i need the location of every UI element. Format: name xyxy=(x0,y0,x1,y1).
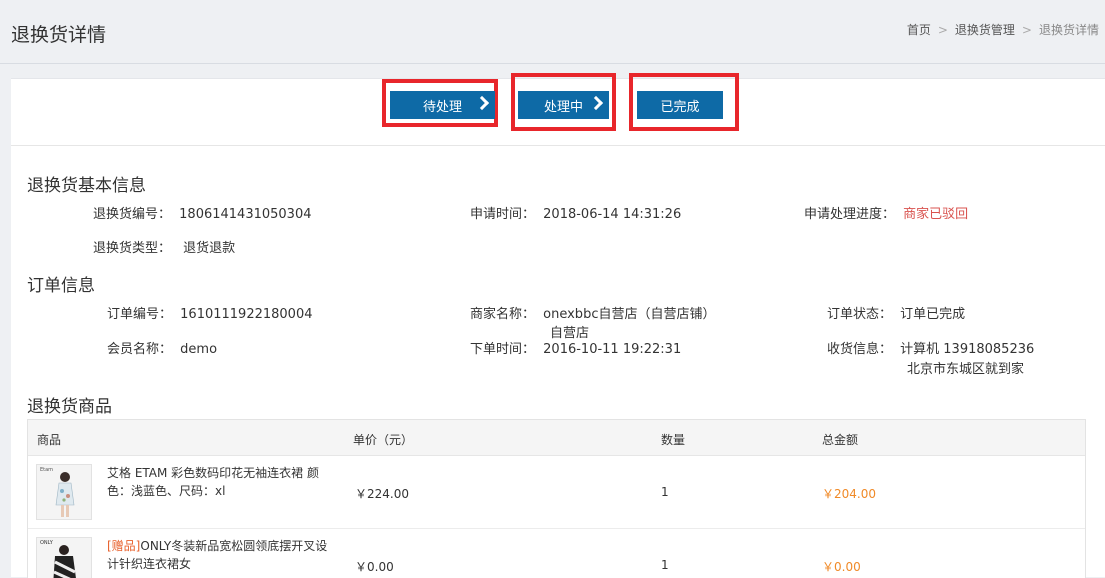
return-no-field: 退换货编号： 1806141431050304 xyxy=(93,203,312,222)
step-processing-label: 处理中 xyxy=(543,99,583,115)
merchant-field: 商家名称： onexbbc自营店（自营店铺） xyxy=(470,303,715,322)
breadcrumb-separator: > xyxy=(1021,23,1032,37)
member-field: 会员名称： demo xyxy=(107,338,217,357)
product-quantity: 1 xyxy=(661,558,669,572)
product-price: ￥0.00 xyxy=(355,560,394,574)
column-header-product: 商品 xyxy=(37,433,62,447)
table-row: Etam 艾格 ETAM 彩色数码印花无袖连衣裙 颜色：浅蓝色、尺码：xl ￥2… xyxy=(28,456,1085,529)
product-image-brand: ONLY xyxy=(40,540,53,546)
order-time-field: 下单时间： 2016-10-11 19:22:31 xyxy=(470,338,681,357)
step-completed[interactable]: 已完成 xyxy=(637,91,723,119)
basic-info-title: 退换货基本信息 xyxy=(27,176,146,196)
table-row: ONLY [赠品]ONLY冬装新品宽松圆领底摆开叉设计针织连衣裙女 ￥0.00 … xyxy=(28,529,1085,578)
merchant-value: onexbbc自营店（自营店铺） xyxy=(543,307,716,322)
step-processing[interactable]: 处理中 xyxy=(518,91,609,119)
product-photo-dress xyxy=(37,465,91,519)
detail-panel: 待处理 处理中 已完成 退换货基本信息 退换货编号： 1806141431050… xyxy=(11,73,1105,578)
goods-title: 退换货商品 xyxy=(27,397,112,417)
receiver-address: 北京市东城区就到家 xyxy=(907,362,1025,377)
order-no-value: 1610111922180004 xyxy=(180,307,313,322)
breadcrumb-home[interactable]: 首页 xyxy=(907,23,931,37)
product-total: ￥0.00 xyxy=(822,560,861,574)
goods-table: 商品 单价（元） 数量 总金额 Etam 艾格 ETAM 彩色数码印花无袖连衣裙… xyxy=(27,419,1086,578)
return-no-label: 退换货编号： xyxy=(93,207,172,222)
column-header-quantity: 数量 xyxy=(661,433,686,447)
product-price: ￥224.00 xyxy=(355,487,409,501)
product-total: ￥204.00 xyxy=(822,487,876,501)
column-header-price: 单价（元） xyxy=(353,433,414,447)
table-header: 商品 单价（元） 数量 总金额 xyxy=(28,420,1085,456)
order-status-value: 订单已完成 xyxy=(900,307,966,322)
step-pending-label: 待处理 xyxy=(422,99,462,115)
chevron-right-icon xyxy=(474,95,490,111)
order-time-value: 2016-10-11 19:22:31 xyxy=(543,342,682,357)
member-label: 会员名称： xyxy=(107,342,173,357)
column-header-total: 总金额 xyxy=(822,433,859,447)
breadcrumb-current: 退换货详情 xyxy=(1038,23,1099,37)
merchant-label: 商家名称： xyxy=(470,307,536,322)
return-no-value: 1806141431050304 xyxy=(179,207,312,222)
progress-field: 申请处理进度： 商家已驳回 xyxy=(804,203,968,222)
breadcrumb: 首页 > 退换货管理 > 退换货详情 xyxy=(907,21,1099,38)
product-image[interactable]: Etam xyxy=(36,464,92,520)
product-quantity: 1 xyxy=(661,485,669,499)
breadcrumb-return-management[interactable]: 退换货管理 xyxy=(955,23,1015,37)
product-title: ONLY冬装新品宽松圆领底摆开叉设计针织连衣裙女 xyxy=(107,539,328,571)
receiver-value: 计算机 13918085236 xyxy=(900,342,1035,357)
product-title: 艾格 ETAM 彩色数码印花无袖连衣裙 颜色：浅蓝色、尺码：xl xyxy=(107,466,319,498)
receiver-field: 收货信息： 计算机 13918085236 xyxy=(827,338,1034,357)
page-header: 退换货详情 首页 > 退换货管理 > 退换货详情 xyxy=(0,0,1105,64)
step-completed-label: 已完成 xyxy=(660,99,700,115)
receiver-label: 收货信息： xyxy=(827,342,893,357)
order-status-field: 订单状态： 订单已完成 xyxy=(827,303,965,322)
apply-time-label: 申请时间： xyxy=(470,207,536,222)
apply-time-field: 申请时间： 2018-06-14 14:31:26 xyxy=(470,203,681,222)
product-image-brand: Etam xyxy=(40,467,54,473)
product-name[interactable]: 艾格 ETAM 彩色数码印花无袖连衣裙 颜色：浅蓝色、尺码：xl xyxy=(107,464,339,500)
progress-status-value: 商家已驳回 xyxy=(903,207,969,222)
chevron-right-icon xyxy=(588,95,604,111)
order-info-title: 订单信息 xyxy=(27,276,95,296)
step-pending[interactable]: 待处理 xyxy=(390,91,495,119)
gift-tag: [赠品] xyxy=(107,539,141,553)
order-status-label: 订单状态： xyxy=(827,307,893,322)
return-type-label: 退换货类型： xyxy=(93,241,172,256)
breadcrumb-separator: > xyxy=(937,23,948,37)
product-image[interactable]: ONLY xyxy=(36,537,92,578)
progress-label: 申请处理进度： xyxy=(804,207,896,222)
progress-steps: 待处理 处理中 已完成 xyxy=(11,73,1105,146)
apply-time-value: 2018-06-14 14:31:26 xyxy=(543,207,682,222)
order-time-label: 下单时间： xyxy=(470,342,536,357)
order-no-field: 订单编号： 1610111922180004 xyxy=(107,303,313,322)
product-name[interactable]: [赠品]ONLY冬装新品宽松圆领底摆开叉设计针织连衣裙女 xyxy=(107,537,339,573)
return-type-field: 退换货类型： 退货退款 xyxy=(93,237,235,256)
order-no-label: 订单编号： xyxy=(107,307,173,322)
return-type-value: 退货退款 xyxy=(183,241,236,256)
member-value: demo xyxy=(180,342,218,357)
page-title: 退换货详情 xyxy=(11,24,107,46)
